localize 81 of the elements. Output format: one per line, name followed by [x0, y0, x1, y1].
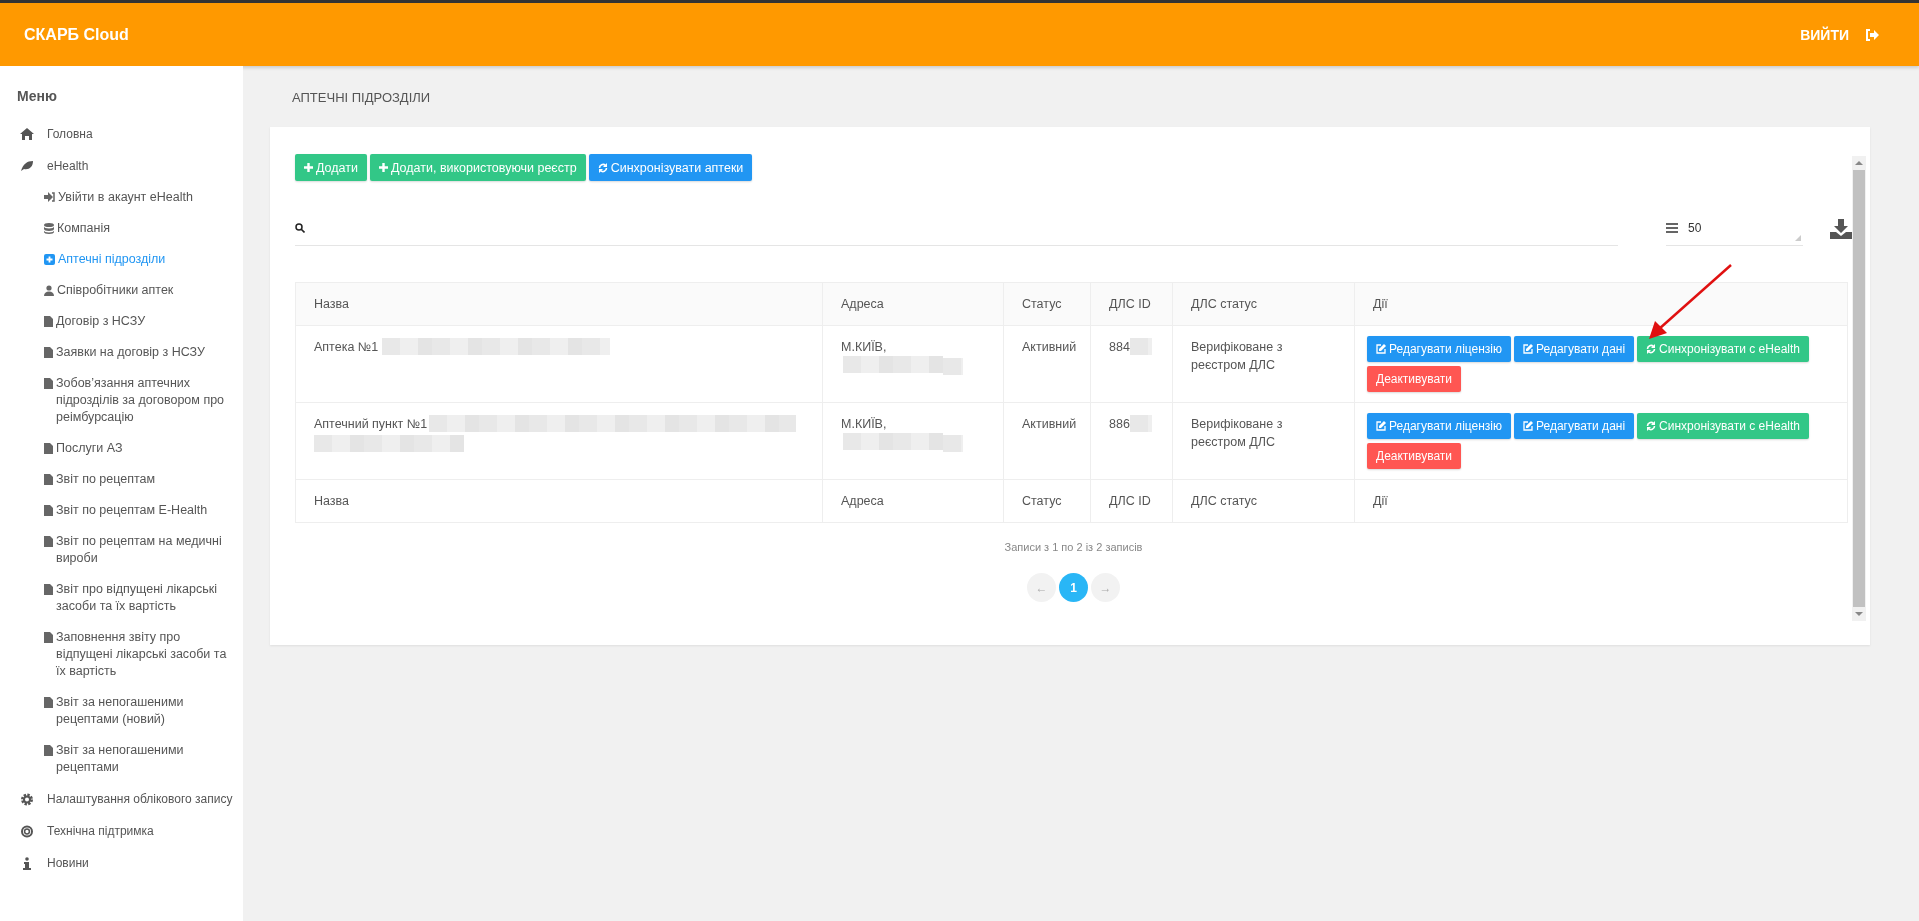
refresh-icon — [1646, 421, 1657, 431]
sidebar-item[interactable]: Головна — [0, 118, 243, 150]
info-icon — [20, 856, 34, 870]
sidebar-item[interactable]: Заявки на договір з НСЗУ — [0, 337, 243, 368]
file-icon — [44, 347, 53, 358]
file-icon — [44, 536, 53, 547]
table-cell: Активний — [1003, 325, 1091, 403]
page-title: АПТЕЧНІ ПІДРОЗДІЛИ — [292, 90, 432, 105]
sidebar-item[interactable]: Звіт про відпущені лікарські засоби та їх вартість — [0, 574, 243, 622]
menu-title: Меню — [17, 88, 58, 104]
column-footer: ДЛС статус — [1172, 479, 1355, 523]
logout-icon — [1865, 28, 1879, 41]
edit-icon — [1523, 344, 1533, 354]
sidebar-item[interactable]: Технічна підтримка — [0, 815, 243, 847]
brand-title: СКАРБ Cloud — [24, 25, 129, 44]
sidebar-item[interactable]: Увійти в акаунт eHealth — [0, 182, 243, 213]
address-text: М.КИЇВ, — [841, 340, 887, 354]
column-header: Назва — [295, 282, 823, 326]
leaf-icon — [20, 160, 34, 172]
sidebar-item[interactable]: Співробітники аптек — [0, 275, 243, 306]
sidebar-item[interactable]: Звіт по рецептам E-Health — [0, 495, 243, 526]
edit-icon — [1376, 421, 1386, 431]
sidebar-item[interactable]: eHealth — [0, 150, 243, 182]
table-cell: Активний — [1003, 402, 1091, 480]
file-icon — [44, 474, 53, 485]
dls-id-text: 884 — [1109, 340, 1130, 354]
page-size-select[interactable]: 50 — [1666, 211, 1803, 246]
edit-icon — [1523, 421, 1533, 431]
user-icon — [44, 285, 54, 296]
column-header: ДЛС статус — [1172, 282, 1355, 326]
sidebar-item[interactable]: Договір з НСЗУ — [0, 306, 243, 337]
sidebar-item[interactable]: Звіт по рецептам — [0, 464, 243, 495]
column-footer: Дії — [1354, 479, 1848, 523]
column-header: Адреса — [822, 282, 1004, 326]
sidebar-item[interactable]: Зобов’язання аптечних підрозділів за договором про реімбурсацію — [0, 368, 243, 433]
edit-icon — [1376, 344, 1386, 354]
sidebar-item[interactable]: Заповнення звіту про відпущені лікарські засоби та їх вартість — [0, 622, 243, 687]
file-icon — [44, 505, 53, 516]
plus-square-icon — [44, 254, 55, 265]
file-icon — [44, 443, 53, 454]
table-cell: Верифіковане з реєстром ДЛС — [1172, 325, 1355, 403]
address-text: М.КИЇВ, — [841, 417, 887, 431]
sidebar-item[interactable]: Послуги АЗ — [0, 433, 243, 464]
column-footer: Статус — [1003, 479, 1091, 523]
records-info: Записи з 1 по 2 із 2 записів — [1003, 541, 1144, 553]
download-icon[interactable] — [1830, 218, 1852, 239]
database-icon — [44, 223, 54, 234]
plus-icon — [304, 163, 313, 172]
table-cell: Верифіковане з реєстром ДЛС — [1172, 402, 1355, 480]
menu-icon — [1666, 223, 1678, 233]
file-icon — [44, 584, 53, 595]
scrollbar[interactable] — [1852, 156, 1866, 621]
plus-icon — [378, 163, 388, 172]
file-icon — [44, 745, 53, 756]
refresh-icon — [1646, 344, 1657, 354]
lifebuoy-icon — [20, 824, 34, 838]
file-icon — [44, 316, 53, 327]
file-icon — [44, 378, 53, 389]
column-footer: Адреса — [822, 479, 1004, 523]
sidebar-item[interactable]: Налаштування облікового запису — [0, 783, 243, 815]
home-icon — [20, 128, 34, 140]
login-icon — [44, 192, 55, 202]
search-icon — [295, 223, 305, 233]
refresh-icon — [597, 162, 608, 173]
column-footer: ДЛС ID — [1090, 479, 1173, 523]
file-icon — [44, 632, 53, 643]
sidebar-item[interactable]: Звіт за непогашеними рецептами (новий) — [0, 687, 243, 735]
pharmacy-name: Аптека №1 — [314, 340, 379, 354]
file-icon — [44, 697, 53, 708]
dls-id-text: 886 — [1109, 417, 1130, 431]
sidebar-item[interactable]: Звіт по рецептам на медичні вироби — [0, 526, 243, 574]
column-header: Дії — [1354, 282, 1848, 326]
pharmacy-name: Аптечний пункт №1 — [314, 417, 428, 431]
column-footer: Назва — [295, 479, 823, 523]
resize-grip-icon — [1795, 234, 1801, 241]
column-header: ДЛС ID — [1090, 282, 1173, 326]
sidebar-item[interactable]: Звіт за непогашеними рецептами — [0, 735, 243, 783]
sidebar-item[interactable]: Компанія — [0, 213, 243, 244]
settings-icon — [20, 792, 34, 806]
column-header: Статус — [1003, 282, 1091, 326]
sidebar-item[interactable]: Новини — [0, 847, 243, 879]
